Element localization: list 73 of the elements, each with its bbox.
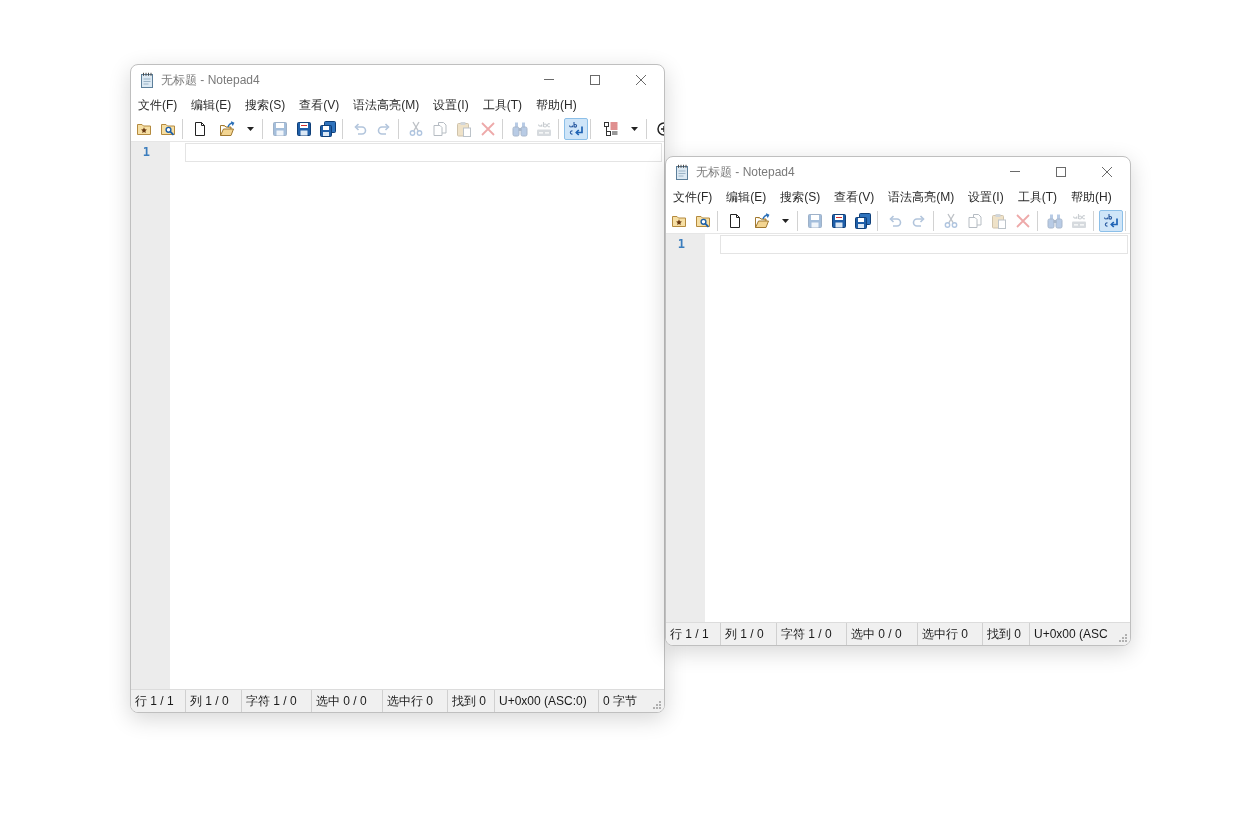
blank-page-icon — [192, 120, 208, 137]
notepad-icon — [139, 71, 155, 88]
status-text: 列 1 / 0 — [724, 626, 764, 643]
menu-item[interactable]: 查看(V) — [292, 94, 347, 116]
line-number: 1 — [142, 144, 150, 161]
list-icon — [603, 120, 619, 137]
status-text: 选中 0 / 0 — [850, 626, 902, 643]
binoculars-icon — [1047, 212, 1063, 229]
menu-item[interactable]: 语法高亮(M) — [881, 186, 962, 208]
caret-icon — [246, 126, 254, 131]
text-editor[interactable]: 1 — [131, 142, 664, 689]
stacked-floppy-icon — [320, 120, 336, 137]
line-number: 1 — [677, 236, 685, 253]
replace-icon — [536, 120, 552, 137]
menu-item[interactable]: 查看(V) — [827, 186, 882, 208]
scissors-icon — [408, 120, 424, 137]
caret-icon — [630, 126, 638, 131]
status-text: 0 字节 — [602, 693, 637, 710]
menu-item[interactable]: 工具(T) — [475, 94, 529, 116]
menu-item[interactable]: 设置(I) — [426, 94, 476, 116]
close-icon — [1102, 166, 1112, 177]
status-text: 字符 1 / 0 — [780, 626, 832, 643]
window-title: 无标题 - Notepad4 — [161, 71, 260, 89]
cross-icon — [1015, 212, 1031, 229]
menu-item[interactable]: 工具(T) — [1010, 186, 1064, 208]
status-text: 选中行 0 — [921, 626, 968, 643]
copy-icon — [432, 120, 448, 137]
status-text: U+0x00 (ASC:0) — [498, 693, 587, 710]
status-text: 找到 0 — [451, 693, 486, 710]
stacked-floppy-icon — [855, 212, 871, 229]
resize-grip-icon — [1119, 634, 1127, 642]
copy-icon — [967, 212, 983, 229]
menu-item[interactable]: 文件(F) — [666, 186, 720, 208]
text-editor[interactable]: 1 — [666, 234, 1130, 622]
menu-item[interactable]: 帮助(H) — [529, 94, 584, 116]
menu-item[interactable]: 编辑(E) — [184, 94, 239, 116]
status-text: 行 1 / 1 — [669, 626, 709, 643]
clipboard-icon — [991, 212, 1007, 229]
status-text: 选中行 0 — [386, 693, 433, 710]
caret-icon — [781, 218, 789, 223]
status-text: U+0x00 (ASC — [1033, 626, 1108, 643]
maximize-icon — [590, 74, 600, 85]
menu-item[interactable]: 设置(I) — [961, 186, 1011, 208]
status-text: 列 1 / 0 — [189, 693, 229, 710]
word-wrap-button[interactable] — [1099, 209, 1123, 232]
status-text: 找到 0 — [986, 626, 1021, 643]
window-title: 无标题 - Notepad4 — [696, 163, 795, 181]
notepad-icon — [674, 163, 690, 180]
close-icon — [636, 74, 646, 85]
word-wrap-icon — [568, 120, 584, 137]
cross-icon — [480, 120, 496, 137]
menu-item[interactable]: 搜索(S) — [773, 186, 828, 208]
word-wrap-icon — [1103, 212, 1119, 229]
minimize-icon — [1010, 171, 1020, 172]
menu-item[interactable]: 帮助(H) — [1064, 186, 1119, 208]
replace-icon — [1071, 212, 1087, 229]
resize-grip-icon — [653, 701, 661, 709]
scissors-icon — [943, 212, 959, 229]
blank-page-icon — [727, 212, 743, 229]
word-wrap-button[interactable] — [564, 117, 588, 140]
status-text: 字符 1 / 0 — [245, 693, 297, 710]
minimize-icon — [544, 79, 554, 80]
menu-item[interactable]: 语法高亮(M) — [346, 94, 427, 116]
menu-item[interactable]: 文件(F) — [131, 94, 185, 116]
status-text: 选中 0 / 0 — [315, 693, 367, 710]
clipboard-icon — [456, 120, 472, 137]
binoculars-icon — [512, 120, 528, 137]
menu-item[interactable]: 搜索(S) — [238, 94, 293, 116]
menu-item[interactable]: 编辑(E) — [719, 186, 774, 208]
open-folder-icon — [219, 120, 235, 137]
open-folder-icon — [754, 212, 770, 229]
status-text: 行 1 / 1 — [134, 693, 174, 710]
maximize-icon — [1056, 166, 1066, 177]
